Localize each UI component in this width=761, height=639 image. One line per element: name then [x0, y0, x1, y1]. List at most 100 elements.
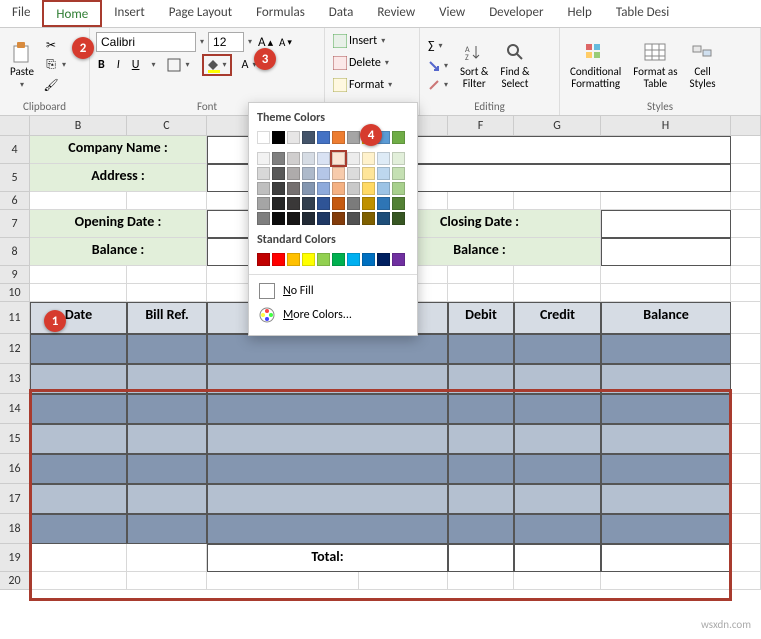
balance1-label[interactable]: Balance :	[30, 238, 207, 266]
table-cell[interactable]	[448, 484, 514, 514]
swatch[interactable]	[377, 182, 390, 195]
table-cell[interactable]	[127, 484, 207, 514]
swatch[interactable]	[257, 212, 270, 225]
bold-button[interactable]: B	[96, 56, 107, 74]
col-G[interactable]: G	[514, 116, 601, 135]
swatch[interactable]	[392, 131, 405, 144]
cut-button[interactable]: ✂	[42, 36, 70, 54]
col-H[interactable]: H	[601, 116, 731, 135]
swatch[interactable]	[317, 167, 330, 180]
opening-date-label[interactable]: Opening Date :	[30, 210, 207, 238]
swatch[interactable]	[347, 152, 360, 165]
table-cell[interactable]	[127, 424, 207, 454]
total-label[interactable]: Total:	[207, 544, 448, 572]
closing-date-value[interactable]	[601, 210, 731, 238]
swatch[interactable]	[257, 152, 270, 165]
table-cell[interactable]	[448, 424, 514, 454]
underline-button[interactable]: U	[130, 56, 142, 74]
table-cell[interactable]	[30, 484, 127, 514]
swatch[interactable]	[287, 253, 300, 266]
swatch[interactable]	[347, 197, 360, 210]
swatch[interactable]	[332, 167, 345, 180]
swatch[interactable]	[392, 167, 405, 180]
hdr-credit[interactable]: Credit	[514, 302, 601, 334]
font-size-select[interactable]	[208, 32, 244, 52]
paste-button[interactable]: Paste ▾	[6, 38, 38, 92]
swatch[interactable]	[257, 131, 270, 144]
table-cell[interactable]	[30, 364, 127, 394]
sort-filter-button[interactable]: AZ Sort & Filter	[456, 38, 492, 92]
table-cell[interactable]	[448, 454, 514, 484]
swatch[interactable]	[272, 182, 285, 195]
table-cell[interactable]	[127, 394, 207, 424]
table-cell[interactable]	[127, 364, 207, 394]
conditional-formatting-button[interactable]: Conditional Formatting	[566, 38, 625, 92]
tab-developer[interactable]: Developer	[477, 0, 555, 27]
table-cell[interactable]	[30, 334, 127, 364]
table-cell[interactable]	[127, 514, 207, 544]
company-label[interactable]: Company Name :	[30, 136, 207, 164]
fill-color-button[interactable]: ▾	[202, 54, 232, 76]
copy-button[interactable]: ⎘▾	[42, 56, 70, 74]
tab-page-layout[interactable]: Page Layout	[157, 0, 244, 27]
swatch[interactable]	[317, 253, 330, 266]
table-cell[interactable]	[30, 514, 127, 544]
tab-help[interactable]: Help	[555, 0, 603, 27]
swatch[interactable]	[302, 131, 315, 144]
swatch[interactable]	[257, 253, 270, 266]
hdr-balance[interactable]: Balance	[601, 302, 731, 334]
table-cell[interactable]	[514, 424, 601, 454]
col-C[interactable]: C	[127, 116, 207, 135]
table-cell[interactable]	[601, 484, 731, 514]
table-cell[interactable]	[601, 514, 731, 544]
table-cell[interactable]	[30, 394, 127, 424]
swatch[interactable]	[362, 152, 375, 165]
tab-view[interactable]: View	[427, 0, 477, 27]
swatch[interactable]	[272, 197, 285, 210]
swatch[interactable]	[302, 152, 315, 165]
format-cells-button[interactable]: Format▾	[331, 76, 396, 94]
address-label[interactable]: Address :	[30, 164, 207, 192]
swatch[interactable]	[392, 182, 405, 195]
swatch[interactable]	[377, 212, 390, 225]
swatch[interactable]	[272, 152, 285, 165]
table-cell[interactable]	[127, 334, 207, 364]
swatch[interactable]	[317, 197, 330, 210]
swatch[interactable]	[377, 152, 390, 165]
swatch[interactable]	[317, 212, 330, 225]
swatch[interactable]	[332, 152, 345, 165]
format-painter-button[interactable]: 🖌	[42, 76, 70, 94]
swatch[interactable]	[287, 212, 300, 225]
table-cell[interactable]	[207, 454, 448, 484]
table-cell[interactable]	[601, 364, 731, 394]
swatch[interactable]	[362, 182, 375, 195]
more-colors-item[interactable]: More Colors...	[257, 303, 409, 327]
total-balance[interactable]	[601, 544, 731, 572]
table-cell[interactable]	[207, 514, 448, 544]
table-cell[interactable]	[448, 334, 514, 364]
swatch[interactable]	[287, 131, 300, 144]
borders-button[interactable]: ▾	[165, 56, 193, 74]
table-cell[interactable]	[514, 394, 601, 424]
swatch[interactable]	[317, 152, 330, 165]
swatch[interactable]	[272, 253, 285, 266]
table-cell[interactable]	[601, 334, 731, 364]
swatch[interactable]	[392, 197, 405, 210]
tab-insert[interactable]: Insert	[102, 0, 157, 27]
swatch[interactable]	[287, 182, 300, 195]
swatch[interactable]	[392, 212, 405, 225]
cell-styles-button[interactable]: Cell Styles	[686, 38, 720, 92]
table-cell[interactable]	[207, 364, 448, 394]
swatch[interactable]	[332, 182, 345, 195]
swatch[interactable]	[332, 131, 345, 144]
tab-home[interactable]: Home	[42, 0, 102, 27]
table-cell[interactable]	[448, 514, 514, 544]
swatch[interactable]	[287, 167, 300, 180]
balance2-value[interactable]	[601, 238, 731, 266]
swatch[interactable]	[317, 131, 330, 144]
col-B[interactable]: B	[30, 116, 127, 135]
swatch[interactable]	[362, 212, 375, 225]
table-cell[interactable]	[207, 394, 448, 424]
table-cell[interactable]	[514, 334, 601, 364]
fill-series-button[interactable]: ▾	[426, 58, 452, 74]
